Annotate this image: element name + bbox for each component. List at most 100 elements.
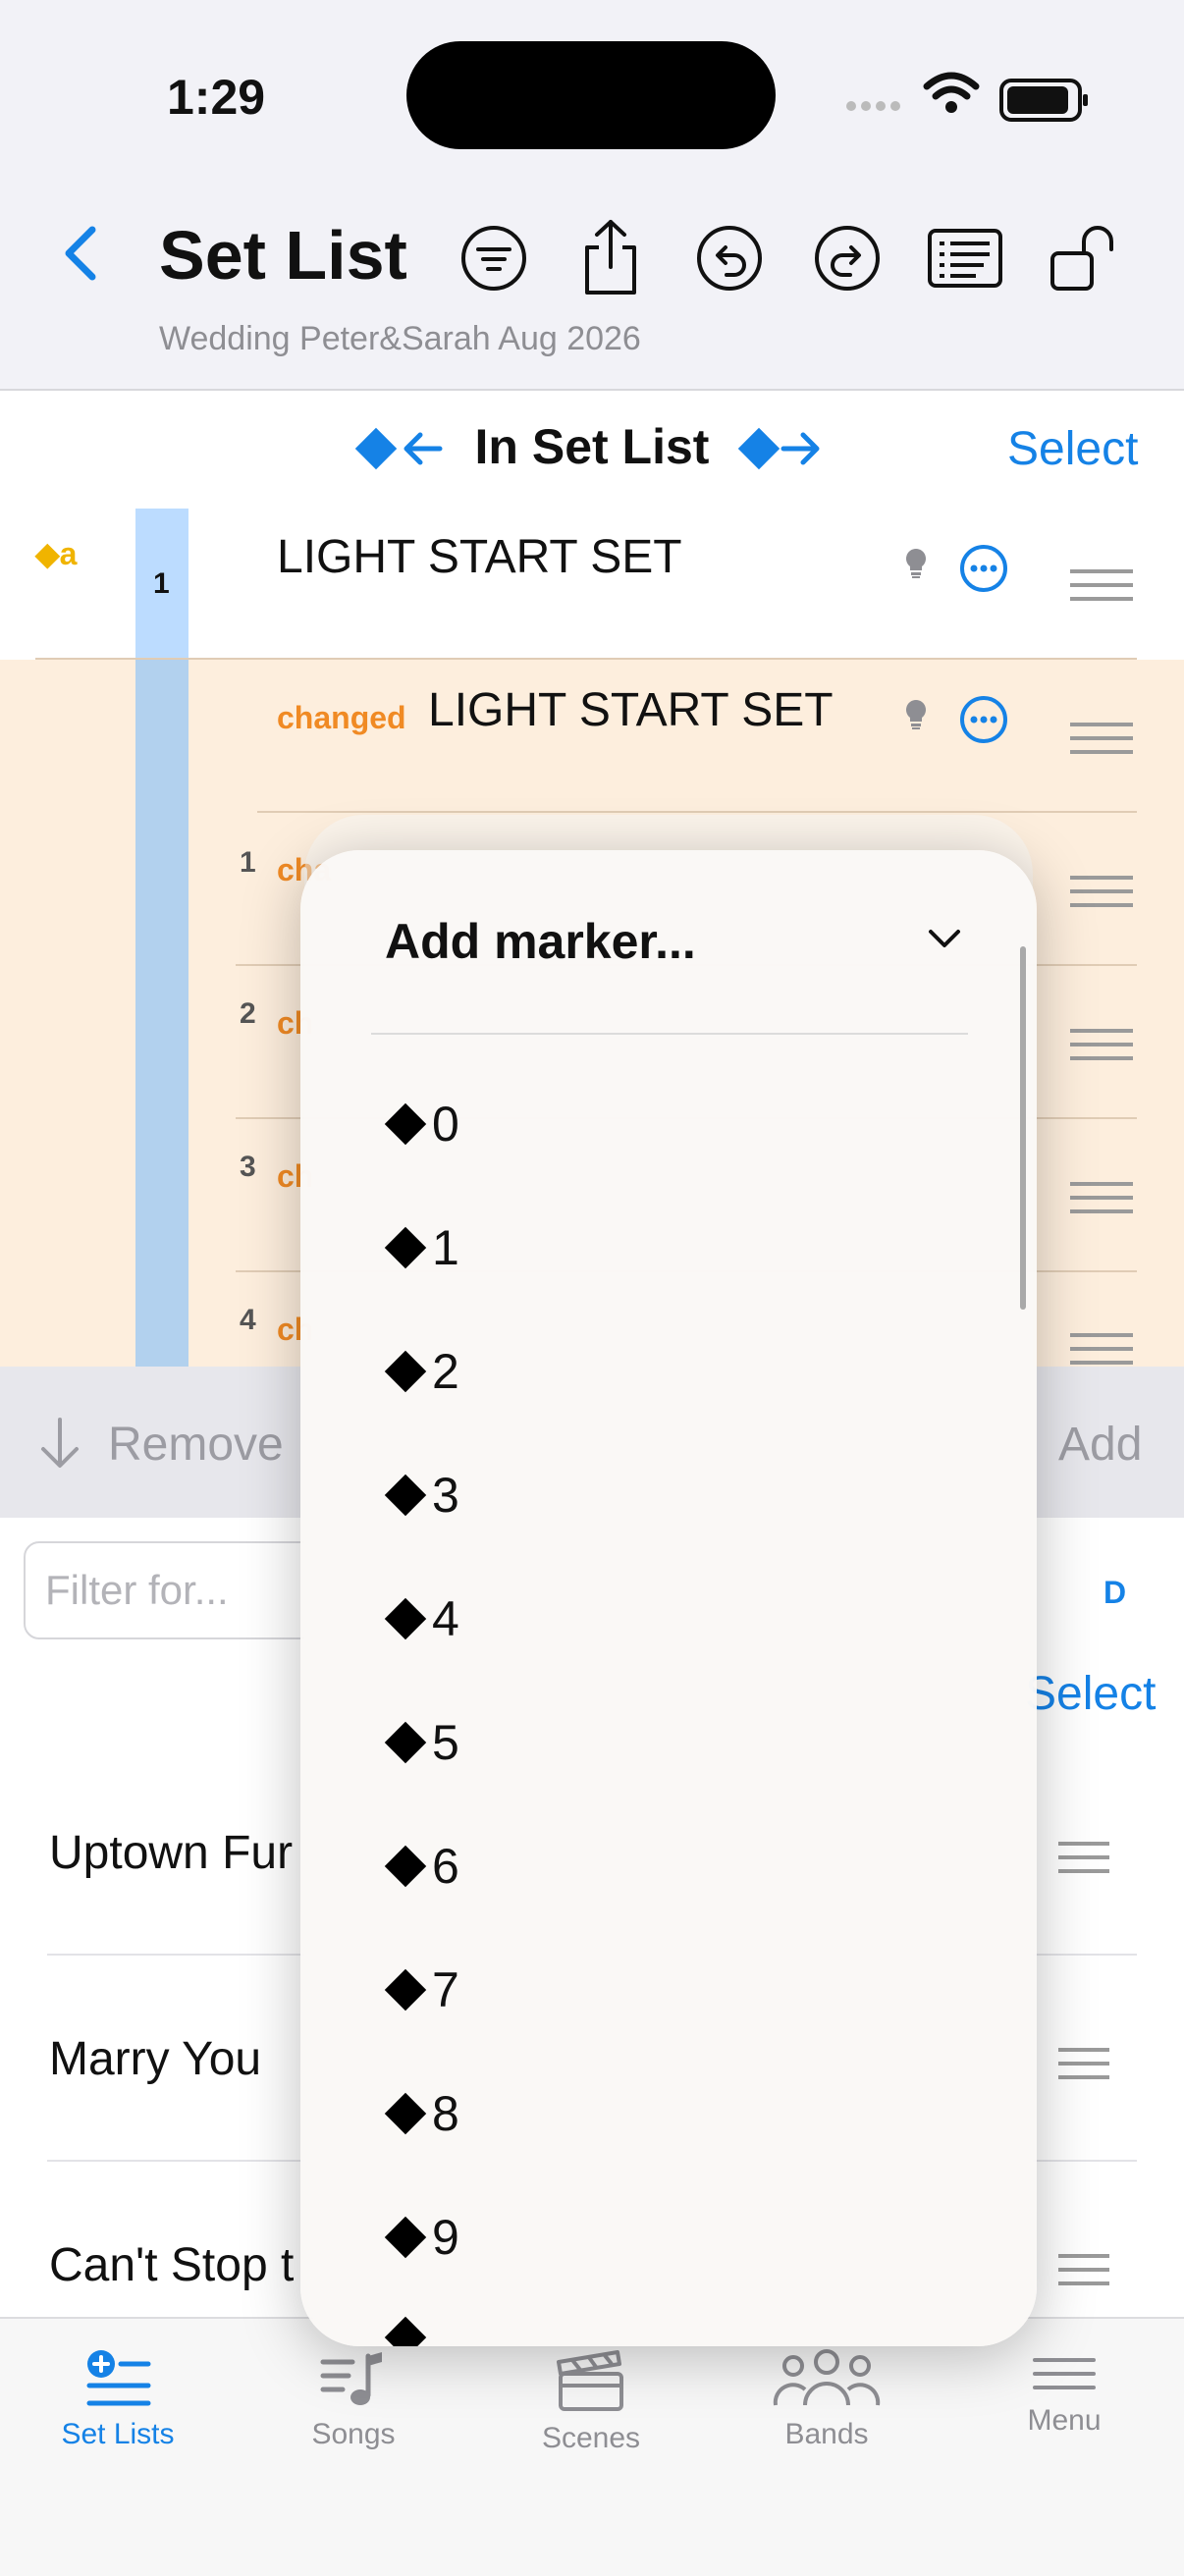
marker-label: a: [59, 536, 78, 571]
redo-icon[interactable]: [813, 224, 882, 293]
set-lists-icon: [86, 2350, 151, 2406]
diamond-icon: [384, 1350, 427, 1393]
song-list-item[interactable]: Marry You: [49, 2032, 261, 2086]
marker-option-label: 4: [432, 1591, 459, 1646]
diamond-icon: [384, 2216, 427, 2259]
diamond-icon: [384, 1226, 427, 1269]
diamond-icon: [384, 2316, 427, 2346]
marker-option[interactable]: 8: [384, 2085, 459, 2142]
list-view-icon[interactable]: [927, 228, 1003, 289]
drag-handle-icon[interactable]: [1070, 1182, 1133, 1223]
song-list-item[interactable]: Uptown Fur: [49, 1826, 293, 1880]
diamond-icon: [384, 1968, 427, 2012]
marker-badge: ◆a: [35, 535, 77, 572]
tab-set-lists[interactable]: Set Lists: [20, 2348, 216, 2451]
song-number: 3: [240, 1151, 256, 1183]
marker-option[interactable]: 7: [384, 1961, 459, 2018]
back-chevron-icon[interactable]: [61, 224, 100, 283]
marker-option-label: 1: [432, 1220, 459, 1275]
add-marker-menu: Add marker... 0 1 2 3 4 5 6 7 8 9: [300, 850, 1037, 2346]
marker-option[interactable]: 3: [384, 1467, 459, 1524]
drag-handle-icon[interactable]: [1070, 1029, 1133, 1070]
tab-label: Scenes: [541, 2422, 641, 2454]
drag-handle-icon[interactable]: [1058, 1842, 1109, 1883]
dynamic-island: [406, 41, 776, 149]
marker-option[interactable]: 9: [384, 2209, 459, 2266]
drag-handle-icon[interactable]: [1070, 569, 1133, 611]
tab-menu[interactable]: Menu: [966, 2356, 1162, 2438]
drag-handle-icon[interactable]: [1058, 2048, 1109, 2089]
tab-scenes[interactable]: Scenes: [493, 2348, 689, 2455]
filter-icon[interactable]: [459, 224, 528, 293]
sort-d-label[interactable]: D: [1103, 1575, 1126, 1611]
lightbulb-icon[interactable]: [905, 548, 927, 579]
arrow-down-icon[interactable]: [35, 1414, 84, 1473]
diamond-icon: [384, 1474, 427, 1517]
drag-handle-icon[interactable]: [1070, 723, 1133, 764]
set-title[interactable]: LIGHT START SET: [428, 683, 834, 737]
menu-icon: [1033, 2358, 1096, 2389]
menu-title[interactable]: Add marker...: [385, 913, 696, 970]
drag-handle-icon[interactable]: [1058, 2254, 1109, 2295]
page-subtitle: Wedding Peter&Sarah Aug 2026: [159, 320, 641, 357]
marker-option[interactable]: 6: [384, 1838, 459, 1895]
songs-icon: [320, 2352, 382, 2405]
marker-option[interactable]: 5: [384, 1714, 459, 1771]
marker-option-partial[interactable]: [384, 2316, 432, 2346]
scrollbar[interactable]: [1020, 946, 1026, 1310]
diamond-icon: [384, 1845, 427, 1888]
share-icon[interactable]: [579, 218, 642, 296]
more-options-icon[interactable]: [959, 544, 1008, 593]
select-button[interactable]: Select: [1007, 422, 1138, 476]
song-number: 4: [240, 1304, 256, 1336]
set-title[interactable]: LIGHT START SET: [277, 530, 682, 584]
diamond-icon: [384, 1102, 427, 1146]
marker-option-label: 3: [432, 1468, 459, 1523]
marker-option-label: 8: [432, 2086, 459, 2141]
status-time: 1:29: [167, 70, 266, 125]
next-marker-icon[interactable]: [734, 424, 829, 473]
song-list-item[interactable]: Can't Stop t: [49, 2238, 294, 2292]
tab-label: Songs: [311, 2418, 396, 2450]
drag-handle-icon[interactable]: [1070, 1333, 1133, 1367]
row-divider: [257, 811, 1137, 813]
lightbulb-icon[interactable]: [905, 699, 927, 730]
marker-diamond-icon: ◆: [35, 536, 60, 571]
marker-option[interactable]: 0: [384, 1096, 459, 1153]
marker-option-label: 0: [432, 1097, 459, 1152]
marker-option-label: 6: [432, 1839, 459, 1894]
song-number: 2: [240, 997, 256, 1030]
library-select-button[interactable]: Select: [1025, 1667, 1156, 1721]
tab-label: Set Lists: [61, 2418, 175, 2450]
remove-button[interactable]: Remove: [108, 1418, 284, 1472]
wifi-icon: [923, 72, 980, 113]
chevron-down-icon[interactable]: [927, 927, 962, 950]
page-title: Set List: [159, 217, 407, 294]
changed-label: changed: [277, 700, 406, 735]
unlock-icon[interactable]: [1049, 224, 1119, 293]
add-button[interactable]: Add: [1058, 1418, 1142, 1472]
marker-option-label: 2: [432, 1344, 459, 1399]
more-options-icon[interactable]: [959, 695, 1008, 744]
menu-divider: [371, 1033, 968, 1035]
tab-label: Menu: [1027, 2404, 1102, 2437]
battery-icon: [999, 79, 1088, 122]
marker-option-label: 7: [432, 1962, 459, 2017]
marker-option[interactable]: 4: [384, 1590, 459, 1647]
cellular-dots-icon: [846, 98, 905, 116]
undo-icon[interactable]: [695, 224, 764, 293]
scenes-icon: [557, 2350, 623, 2411]
tab-label: Bands: [784, 2418, 869, 2450]
marker-option-label: 5: [432, 1715, 459, 1770]
tab-bands[interactable]: Bands: [728, 2348, 925, 2451]
set-number: 1: [153, 567, 170, 600]
marker-option-label: 9: [432, 2210, 459, 2265]
marker-option[interactable]: 1: [384, 1219, 459, 1276]
tab-songs[interactable]: Songs: [255, 2348, 452, 2451]
bands-icon: [773, 2349, 881, 2406]
marker-option[interactable]: 2: [384, 1343, 459, 1400]
diamond-icon: [384, 1721, 427, 1764]
row-divider: [35, 658, 1137, 660]
drag-handle-icon[interactable]: [1070, 876, 1133, 917]
song-number: 1: [240, 846, 256, 879]
